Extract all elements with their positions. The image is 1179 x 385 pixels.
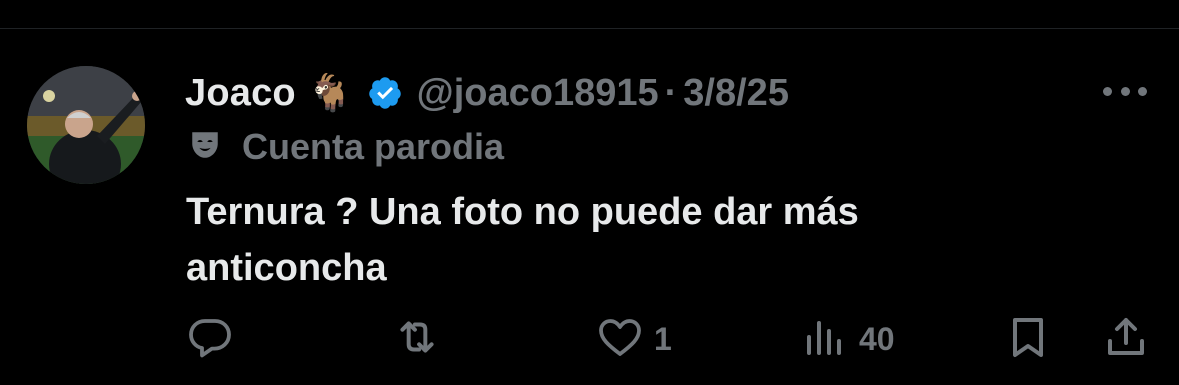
reply-icon (186, 313, 234, 366)
reply-button[interactable] (186, 314, 244, 364)
goat-emoji: 🐐 (307, 72, 353, 113)
parody-account-label: Cuenta parodia (188, 125, 504, 169)
like-count: 1 (654, 320, 672, 357)
share-icon (1102, 313, 1150, 366)
views-button[interactable]: 40 (801, 314, 895, 364)
tweet-text-line-1: Ternura ? Una foto no puede dar más (186, 191, 859, 233)
views-icon (801, 313, 849, 366)
avatar[interactable] (27, 66, 145, 184)
action-bar: 1 40 (0, 314, 1179, 364)
like-button[interactable]: 1 (596, 314, 672, 364)
retweet-button[interactable] (392, 314, 452, 364)
bookmark-icon (1004, 313, 1052, 366)
parody-mask-icon (188, 128, 222, 167)
share-button[interactable] (1102, 314, 1150, 364)
tweet-text-line-2: anticoncha (186, 247, 387, 289)
retweet-icon (392, 312, 442, 367)
tweet-header: Joaco 🐐 @joaco18915 · 3/8/25 (185, 69, 789, 117)
parody-label-text: Cuenta parodia (242, 126, 505, 167)
like-icon (596, 313, 644, 366)
author-name[interactable]: Joaco (185, 72, 296, 115)
tweet-text: Ternura ? Una foto no puede dar más anti… (186, 184, 1146, 296)
tweet-card[interactable]: Joaco 🐐 @joaco18915 · 3/8/25 Cuenta paro… (0, 29, 1179, 385)
author-handle[interactable]: @joaco18915 (417, 72, 659, 115)
tweet-date[interactable]: 3/8/25 (683, 72, 789, 115)
more-icon[interactable] (1103, 81, 1147, 101)
bookmark-button[interactable] (1004, 314, 1052, 364)
verified-badge-icon (367, 75, 403, 111)
views-count: 40 (859, 320, 895, 357)
separator-dot: · (664, 71, 678, 114)
